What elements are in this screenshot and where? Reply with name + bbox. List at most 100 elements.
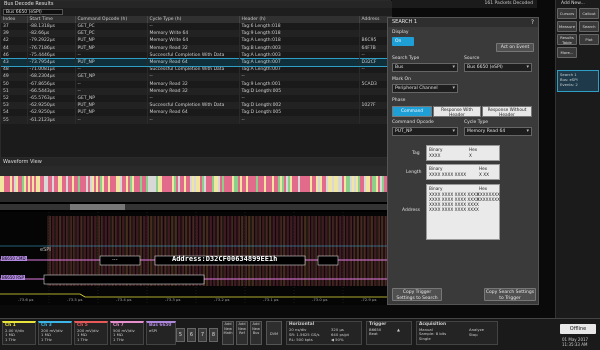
table-cell: -75.4446µs: [27, 51, 76, 59]
table-row[interactable]: 55 -61.2123µs -- -- --: [1, 116, 392, 124]
time-tick-label: -73.4 µs: [116, 297, 132, 302]
dvm-button[interactable]: DVM: [266, 321, 282, 345]
table-row[interactable]: 44 -76.7186µs PUT_NP Memory Read 32 Tag:B Le…: [1, 44, 392, 52]
phase-response-without-header[interactable]: Response Without Header: [482, 106, 532, 118]
table-row[interactable]: 46 -75.4446µs -- Successful Completion With…: [1, 51, 392, 59]
table-cell: --: [75, 51, 148, 59]
acquisition-settings[interactable]: Acquisition Manual Sample: 8 bits Single…: [416, 321, 498, 345]
add-new-label: Add New...: [561, 1, 585, 6]
table-row[interactable]: 54 -62.9250µs PUT_NP Memory Read 64 Tag:D Le…: [1, 109, 392, 117]
column-header[interactable]: Index: [1, 16, 28, 23]
plot-button[interactable]: Plot: [579, 34, 599, 45]
oscilloscope-screen: { "decode": { "title": "Bus Decode Resul…: [0, 0, 600, 350]
table-cell: 37: [1, 23, 28, 31]
table-cell: 43: [1, 58, 28, 67]
measure-button[interactable]: Measure: [557, 21, 577, 32]
search-badge-line: Events: 2: [560, 82, 578, 87]
more-button[interactable]: More...: [557, 47, 577, 58]
channel-7-button[interactable]: 7: [198, 328, 207, 342]
mark-on-label: Mark On: [392, 77, 411, 82]
table-cell: Tag:D Length:002: [239, 102, 360, 110]
tag-binary-value: XXXX: [429, 153, 441, 158]
horizontal-settings[interactable]: Horizontal 20 ns/div SR: 1.5625 GS/s RL:…: [286, 321, 362, 345]
channel-setting: 1 THz: [77, 336, 88, 342]
column-header[interactable]: Command Opcode (h): [75, 16, 148, 23]
table-row[interactable]: 51 -66.5443µs -- Memory Read 32 Tag:D Length…: [1, 87, 392, 95]
table-row[interactable]: 53 -62.9250µs PUT_NP Successful Completion …: [1, 102, 392, 110]
table-row[interactable]: 42 -79.2922µs PUT_NP Memory Write 64 Tag:A L…: [1, 37, 392, 45]
source-dropdown[interactable]: Bus 6650 (eSPI): [464, 63, 532, 72]
channel-setting: 1 THz: [41, 336, 52, 342]
channel-badge[interactable]: Ch 7 500 mV/div 1 MΩ 1 THz: [110, 321, 144, 345]
length-value-box[interactable]: Binary Hex XXXX XXXX XXXX X XX: [426, 164, 500, 180]
table-cell: --: [239, 94, 360, 103]
table-cell: -88.1318µs: [27, 23, 76, 31]
add-new-math-button[interactable]: Add New Math: [222, 321, 234, 345]
decode-results-table[interactable]: Index Start Time Command Opcode (h) Cycle T…: [1, 16, 392, 159]
table-cell: Tag:D Length:005: [239, 87, 360, 95]
channel-badge[interactable]: Ch 5 200 mV/div 1 MΩ 1 THz: [74, 321, 108, 345]
table-cell: --: [75, 116, 148, 124]
column-header[interactable]: Start Time: [27, 16, 76, 23]
cursors-button[interactable]: Cursors: [557, 8, 577, 19]
table-cell: -71.0081µs: [27, 66, 76, 74]
bus-select[interactable]: Bus 6650 (eSPI): [3, 9, 63, 15]
table-cell: --: [75, 87, 148, 95]
table-cell: -62.9250µs: [27, 102, 76, 110]
channel-badge[interactable]: Bus 6650 eSPI: [146, 321, 176, 345]
bus-cmd-label[interactable]: B6650 CMD: [1, 256, 27, 261]
table-row[interactable]: 52 -65.5763µs GET_NP -- --: [1, 94, 392, 103]
waveform-view[interactable]: eSPI B6650 CMD B6650 RSP Address:D32CF00…: [0, 166, 391, 305]
table-row[interactable]: 43 -73.7954µs PUT_NP Memory Read 64 Tag:A Le…: [1, 58, 392, 67]
time-tick-label: -72.9 µs: [361, 297, 377, 302]
trigger-settings[interactable]: Trigger B6650 Beat ▲: [366, 321, 412, 345]
results-table-button[interactable]: Results Table: [557, 34, 577, 45]
table-cell: Successful Completion With Data: [147, 102, 240, 110]
table-cell: GET_NP: [75, 73, 148, 81]
address-value-box[interactable]: Binary Hex XXXX XXXX XXXX XXXX XXXX XXXX…: [426, 184, 500, 240]
cycle-type-dropdown[interactable]: Memory Read 64: [464, 127, 532, 136]
search-badge[interactable]: Search 1 Bus: eSPI Events: 2: [557, 70, 599, 92]
table-cell: --: [147, 94, 240, 103]
search-type-label: Search Type: [392, 56, 420, 61]
table-cell: 50: [1, 80, 28, 88]
table-cell: 49: [1, 73, 28, 81]
table-cell: 39: [1, 30, 28, 38]
add-new-bus-button[interactable]: Add New Bus: [250, 321, 262, 345]
table-row[interactable]: 50 -67.8656µs -- Memory Read 32 Tag:9 Length…: [1, 80, 392, 88]
time-tick-label: -73.1 µs: [263, 297, 279, 302]
channel-5-button[interactable]: 5: [176, 328, 185, 342]
source-label: Source: [464, 56, 480, 61]
command-opcode-dropdown[interactable]: PUT_NP: [392, 127, 458, 136]
callout-button[interactable]: Callout: [579, 8, 599, 19]
address-hex-line: XXXXXXXX: [477, 197, 500, 202]
channel-6-button[interactable]: 6: [187, 328, 196, 342]
tag-value-box[interactable]: Binary Hex XXXX X: [426, 145, 500, 161]
table-row[interactable]: 37 -88.1318µs GET_PC -- Tag:6 Length:018: [1, 23, 392, 31]
channel-8-button[interactable]: 8: [209, 328, 218, 342]
table-cell: Memory Read 64: [147, 109, 240, 117]
tag-binary-label: Binary: [429, 147, 443, 152]
channel-badge[interactable]: Ch 1 2.00 V/div 1 MΩ 1 THz: [2, 321, 36, 345]
table-row[interactable]: 39 -82.66µs GET_PC Memory Write 64 Tag:9 Len…: [1, 30, 392, 38]
column-header[interactable]: Header (h): [239, 16, 360, 23]
copy-trigger-to-search-button[interactable]: Copy Trigger Settings to Search: [392, 288, 442, 301]
phase-command[interactable]: Command: [392, 106, 432, 117]
table-cell: Memory Write 64: [147, 37, 240, 45]
channel-badge[interactable]: Ch 3 200 mV/div 1 MΩ 1 THz: [38, 321, 72, 345]
copy-search-to-trigger-button[interactable]: Copy Search Settings to Trigger: [484, 288, 536, 301]
decode-bus-label: eSPI: [40, 247, 51, 253]
search-type-dropdown[interactable]: Bus: [392, 63, 458, 72]
add-new-ref-button[interactable]: Add New Ref: [236, 321, 248, 345]
bus-rsp-label[interactable]: B6650 RSP: [1, 275, 25, 280]
help-icon[interactable]: ?: [531, 19, 534, 26]
display-toggle[interactable]: On: [392, 37, 414, 46]
act-on-event-button[interactable]: Act on Event: [496, 43, 534, 52]
phase-response-with-header[interactable]: Response With Header: [433, 106, 481, 118]
table-row[interactable]: 49 -68.2304µs GET_NP -- --: [1, 73, 392, 81]
mark-on-dropdown[interactable]: Peripheral Channel: [392, 84, 458, 93]
column-header[interactable]: Cycle Type (h): [147, 16, 240, 23]
time-tick-label: -73.0 µs: [312, 297, 328, 302]
search-button[interactable]: Search: [579, 21, 599, 32]
table-row[interactable]: 48 -71.0081µs -- Successful Completion With…: [1, 66, 392, 74]
